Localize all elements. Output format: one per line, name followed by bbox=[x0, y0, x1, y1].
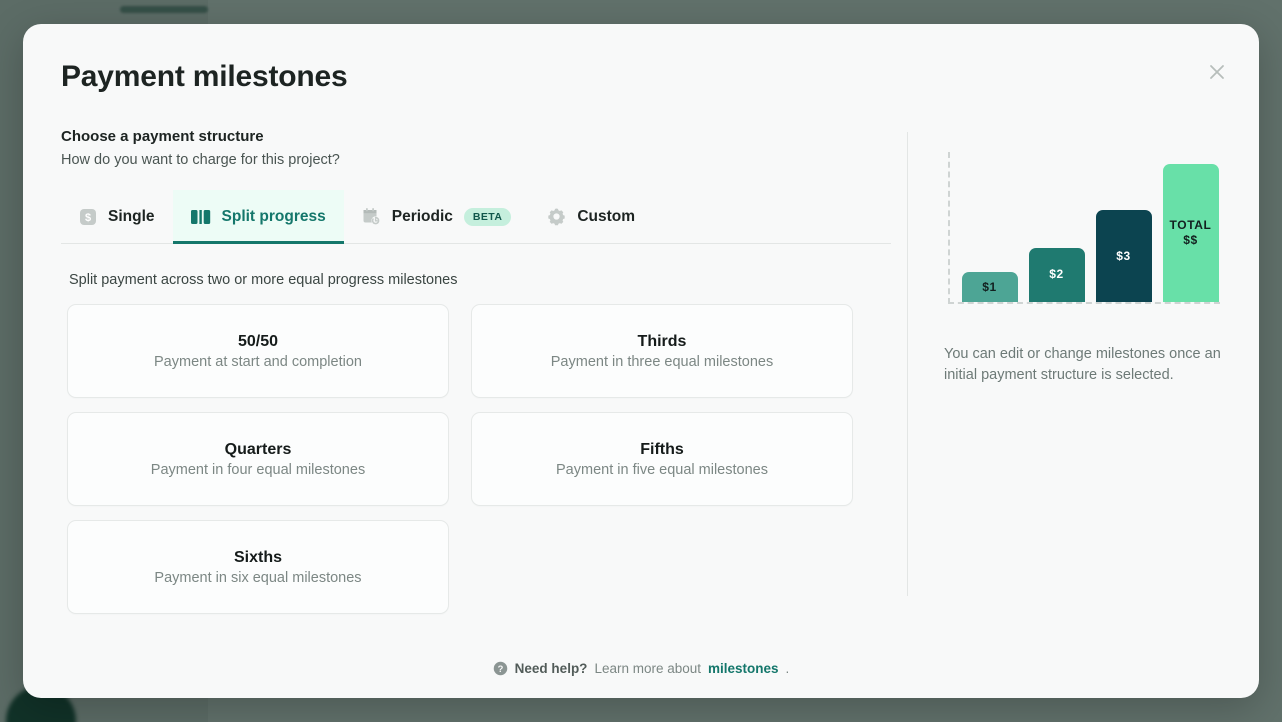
dollar-square-icon: $ bbox=[79, 208, 97, 226]
option-desc: Payment in five equal milestones bbox=[556, 461, 768, 478]
milestone-bar-chart: $1 $2 $3 TOTAL $$ bbox=[947, 152, 1220, 304]
option-title: Thirds bbox=[637, 332, 687, 350]
preview-pane: $1 $2 $3 TOTAL $$ You can edit or change mi… bbox=[908, 114, 1259, 698]
option-desc: Payment in three equal milestones bbox=[550, 353, 774, 370]
calendar-clock-icon bbox=[362, 207, 381, 226]
modal-body: Choose a payment structure How do you wa… bbox=[23, 114, 1259, 698]
option-card-quarters[interactable]: Quarters Payment in four equal milestone… bbox=[67, 412, 449, 506]
page-title: Payment milestones bbox=[61, 60, 348, 93]
help-period: . bbox=[785, 661, 790, 676]
help-text: Learn more about bbox=[594, 661, 702, 676]
chart-bar: $2 bbox=[1028, 247, 1085, 302]
structure-pane: Choose a payment structure How do you wa… bbox=[23, 114, 907, 698]
payment-milestones-modal: Payment milestones Choose a payment stru… bbox=[23, 24, 1259, 698]
chart-bar-label: TOTAL $$ bbox=[1169, 217, 1212, 247]
milestones-link[interactable]: milestones bbox=[708, 661, 779, 676]
option-card-50-50[interactable]: 50/50 Payment at start and completion bbox=[67, 304, 449, 398]
option-card-thirds[interactable]: Thirds Payment in three equal milestones bbox=[471, 304, 853, 398]
option-card-sixths[interactable]: Sixths Payment in six equal milestones bbox=[67, 520, 449, 614]
tab-label: Split progress bbox=[221, 207, 326, 225]
option-desc: Payment in six equal milestones bbox=[154, 569, 362, 586]
option-desc: Payment at start and completion bbox=[154, 353, 362, 370]
option-title: Quarters bbox=[224, 440, 292, 458]
section-subheading: How do you want to charge for this proje… bbox=[61, 152, 340, 168]
gear-icon bbox=[547, 207, 566, 226]
chart-bar-label: $3 bbox=[1116, 248, 1131, 263]
svg-text:?: ? bbox=[497, 664, 503, 674]
section-heading: Choose a payment structure bbox=[61, 128, 264, 145]
payment-option-grid: 50/50 Payment at start and completion Th… bbox=[67, 304, 869, 614]
help-footer: ? Need help? Learn more about milestones… bbox=[23, 661, 1259, 676]
option-desc: Payment in four equal milestones bbox=[150, 461, 366, 478]
chart-bar-label: $1 bbox=[982, 279, 997, 294]
svg-text:$: $ bbox=[85, 212, 91, 224]
close-icon bbox=[1207, 62, 1227, 82]
tab-label: Periodic bbox=[391, 207, 453, 225]
tab-single[interactable]: $ Single bbox=[61, 190, 173, 243]
tab-periodic[interactable]: Periodic BETA bbox=[344, 190, 530, 243]
payment-structure-tabs: $ Single Split progress Periodic BETA Cu… bbox=[61, 190, 891, 244]
beta-badge: BETA bbox=[463, 207, 512, 226]
split-bars-icon bbox=[190, 208, 211, 226]
option-title: Fifths bbox=[640, 440, 684, 458]
tab-custom[interactable]: Custom bbox=[529, 190, 653, 243]
chart-bar-label: $2 bbox=[1049, 267, 1064, 282]
backdrop-bar bbox=[120, 6, 208, 13]
tab-label: Custom bbox=[577, 207, 636, 225]
options-intro: Split payment across two or more equal p… bbox=[69, 272, 458, 288]
close-button[interactable] bbox=[1199, 54, 1235, 90]
option-title: 50/50 bbox=[237, 332, 279, 350]
chart-bars: $1 $2 $3 TOTAL $$ bbox=[961, 152, 1220, 302]
tab-split-progress[interactable]: Split progress bbox=[172, 190, 344, 244]
option-card-fifths[interactable]: Fifths Payment in five equal milestones bbox=[471, 412, 853, 506]
question-circle-icon: ? bbox=[493, 661, 508, 676]
help-strong-text: Need help? bbox=[514, 661, 588, 676]
tab-label: Single bbox=[108, 207, 155, 225]
option-title: Sixths bbox=[233, 548, 282, 566]
chart-bar: $3 bbox=[1095, 210, 1152, 302]
preview-note: You can edit or change milestones once a… bbox=[944, 346, 1221, 384]
chart-bar: TOTAL $$ bbox=[1162, 163, 1219, 302]
chart-bar: $1 bbox=[961, 272, 1018, 302]
